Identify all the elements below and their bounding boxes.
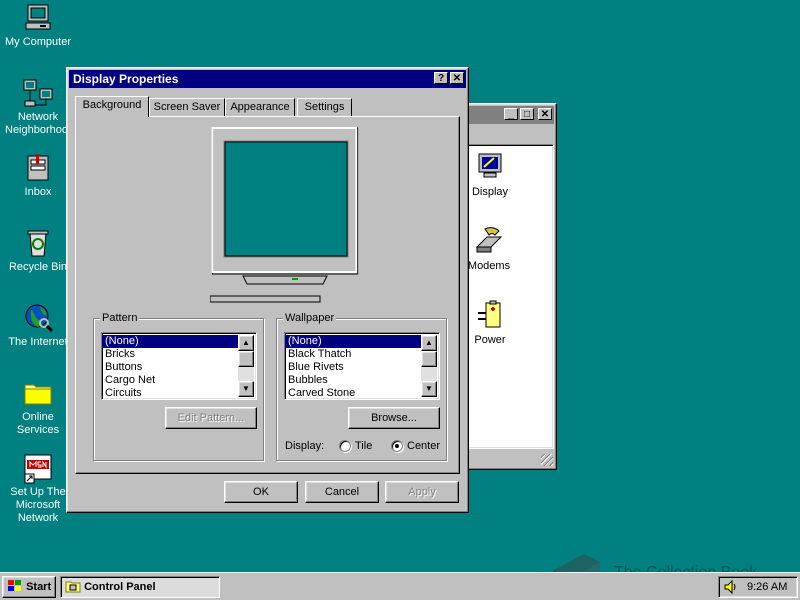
control-panel-item-modems[interactable]: Modems xyxy=(464,225,514,272)
list-item[interactable]: Bricks xyxy=(102,348,256,361)
desktop-icon-msn-setup[interactable]: Set Up The Microsoft Network xyxy=(0,452,76,525)
dialog-titlebar[interactable]: Display Properties ? ✕ xyxy=(69,70,466,88)
clock[interactable]: 9:26 AM xyxy=(747,581,787,593)
center-radio[interactable] xyxy=(391,440,403,452)
desktop-preview-screen xyxy=(224,141,348,257)
list-item[interactable]: Bubbles xyxy=(285,374,439,387)
taskbar: Start Control Panel 9:26 AM xyxy=(0,572,800,600)
list-item[interactable]: (None) xyxy=(102,335,238,348)
radio-dot xyxy=(395,444,399,448)
list-item[interactable]: (None) xyxy=(285,335,421,348)
maximize-button[interactable]: □ xyxy=(520,108,534,120)
resize-grip[interactable] xyxy=(541,454,553,466)
wallpaper-scrollbar[interactable]: ▲ ▼ xyxy=(421,335,437,397)
minimize-button[interactable]: _ xyxy=(504,108,518,120)
list-item[interactable]: Circuits xyxy=(102,387,256,399)
scroll-thumb[interactable] xyxy=(238,351,254,367)
network-neighborhood-icon xyxy=(23,79,53,107)
windows-logo-icon xyxy=(8,580,21,591)
close-button[interactable]: ✕ xyxy=(538,108,552,120)
background-tab-panel: Pattern (None) Bricks Buttons Cargo Net … xyxy=(75,116,460,474)
folder-icon xyxy=(24,384,52,405)
display-mode-label: Display: xyxy=(285,440,325,452)
pattern-group-label: Pattern xyxy=(100,312,140,324)
recycle-bin-icon xyxy=(27,230,49,257)
tile-radio-label[interactable]: Tile xyxy=(355,440,372,452)
desktop-icon-label: Inbox xyxy=(24,186,52,198)
control-panel-item-label: Power xyxy=(474,334,506,346)
globe-icon xyxy=(25,304,54,333)
scroll-up-button[interactable]: ▲ xyxy=(238,335,254,351)
start-button[interactable]: Start xyxy=(2,576,56,598)
desktop-icon-network-neighborhood[interactable]: Network Neighborhood xyxy=(0,77,76,137)
power-icon xyxy=(478,300,501,328)
wallpaper-group-label: Wallpaper xyxy=(283,312,337,324)
edit-pattern-button[interactable]: Edit Pattern... xyxy=(165,407,257,429)
tab-appearance[interactable]: Appearance xyxy=(225,98,295,116)
tab-background[interactable]: Background xyxy=(75,96,149,117)
scroll-down-button[interactable]: ▼ xyxy=(238,381,254,397)
control-panel-item-label: Display xyxy=(471,186,509,198)
monitor-preview xyxy=(210,127,359,303)
pattern-group: Pattern (None) Bricks Buttons Cargo Net … xyxy=(93,312,264,461)
pattern-scrollbar[interactable]: ▲ ▼ xyxy=(238,335,254,397)
desktop-icon-recycle-bin[interactable]: Recycle Bin xyxy=(0,227,76,274)
start-label: Start xyxy=(26,581,52,593)
speaker-icon[interactable] xyxy=(723,579,739,595)
list-item[interactable]: Blue Rivets xyxy=(285,361,439,374)
desktop-icon-inbox[interactable]: Inbox xyxy=(0,152,76,199)
tile-radio[interactable] xyxy=(339,440,351,452)
scroll-up-button[interactable]: ▲ xyxy=(421,335,437,351)
display-properties-dialog: Display Properties ? ✕ Background Screen… xyxy=(66,67,469,513)
system-tray: 9:26 AM xyxy=(718,576,798,598)
desktop-icon-label: My Computer xyxy=(4,36,72,48)
my-computer-icon xyxy=(25,4,51,30)
help-button[interactable]: ? xyxy=(434,72,448,84)
desktop-icon-label: The Internet xyxy=(8,336,68,348)
desktop-icon-label: Recycle Bin xyxy=(8,261,68,273)
control-panel-item-display[interactable]: Display xyxy=(470,151,510,198)
apply-button[interactable]: Apply xyxy=(385,481,459,503)
tab-strip: Background Screen Saver Appearance Setti… xyxy=(75,96,465,118)
desktop-icon-the-internet[interactable]: The Internet xyxy=(0,302,76,349)
control-panel-icon xyxy=(65,581,81,593)
list-item[interactable]: Black Thatch xyxy=(285,348,439,361)
list-item[interactable]: Cargo Net xyxy=(102,374,256,387)
close-button[interactable]: ✕ xyxy=(450,72,464,84)
center-radio-label[interactable]: Center xyxy=(407,440,440,452)
browse-button[interactable]: Browse... xyxy=(348,407,440,429)
control-panel-item-label: Modems xyxy=(467,260,511,272)
desktop-icon-my-computer[interactable]: My Computer xyxy=(0,2,76,49)
list-item[interactable]: Carved Stone xyxy=(285,387,439,399)
display-icon xyxy=(478,153,502,178)
desktop-icon-label: Network Neighborhood xyxy=(5,111,71,136)
ok-button[interactable]: OK xyxy=(224,481,298,503)
modem-icon xyxy=(475,227,503,253)
desktop-icon-label: Set Up The Microsoft Network xyxy=(10,486,66,524)
wallpaper-group: Wallpaper (None) Black Thatch Blue Rivet… xyxy=(276,312,447,461)
dialog-title: Display Properties xyxy=(73,72,179,86)
scroll-down-button[interactable]: ▼ xyxy=(421,381,437,397)
msn-icon xyxy=(24,454,52,484)
tab-settings[interactable]: Settings xyxy=(297,98,352,116)
inbox-icon xyxy=(27,154,49,181)
wallpaper-listbox[interactable]: (None) Black Thatch Blue Rivets Bubbles … xyxy=(284,332,440,400)
desktop-icon-online-services[interactable]: Online Services xyxy=(0,377,76,437)
tab-screen-saver[interactable]: Screen Saver xyxy=(149,98,225,116)
pattern-listbox[interactable]: (None) Bricks Buttons Cargo Net Circuits… xyxy=(101,332,257,400)
list-item[interactable]: Buttons xyxy=(102,361,256,374)
taskbar-button-control-panel[interactable]: Control Panel xyxy=(60,576,220,598)
desktop-icon-label: Online Services xyxy=(16,411,60,436)
control-panel-item-power[interactable]: Power xyxy=(470,299,510,346)
scroll-thumb[interactable] xyxy=(421,351,437,367)
cancel-button[interactable]: Cancel xyxy=(305,481,379,503)
taskbar-button-label: Control Panel xyxy=(84,581,156,593)
